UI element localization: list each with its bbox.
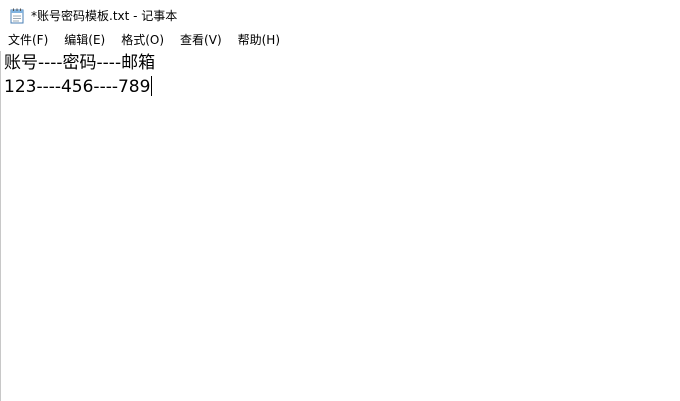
window-title: *账号密码模板.txt - 记事本: [31, 9, 178, 23]
menu-help[interactable]: 帮助(H): [230, 31, 288, 48]
notepad-icon: [10, 8, 24, 24]
text-line-content: 账号----密码----邮箱: [4, 53, 156, 73]
text-line: 123----456----789: [0, 75, 680, 99]
text-editor-area[interactable]: 账号----密码----邮箱 123----456----789: [0, 51, 680, 401]
title-bar[interactable]: *账号密码模板.txt - 记事本: [0, 0, 680, 31]
notepad-window: *账号密码模板.txt - 记事本 文件(F) 编辑(E) 格式(O) 查看(V…: [0, 0, 680, 401]
text-line-content: 123----456----789: [4, 77, 151, 97]
text-line: 账号----密码----邮箱: [0, 51, 680, 75]
menu-file[interactable]: 文件(F): [0, 31, 56, 48]
menu-edit[interactable]: 编辑(E): [56, 31, 113, 48]
menu-format[interactable]: 格式(O): [113, 31, 172, 48]
text-cursor: [151, 76, 153, 96]
menu-view[interactable]: 查看(V): [172, 31, 230, 48]
menu-bar: 文件(F) 编辑(E) 格式(O) 查看(V) 帮助(H): [0, 31, 680, 48]
